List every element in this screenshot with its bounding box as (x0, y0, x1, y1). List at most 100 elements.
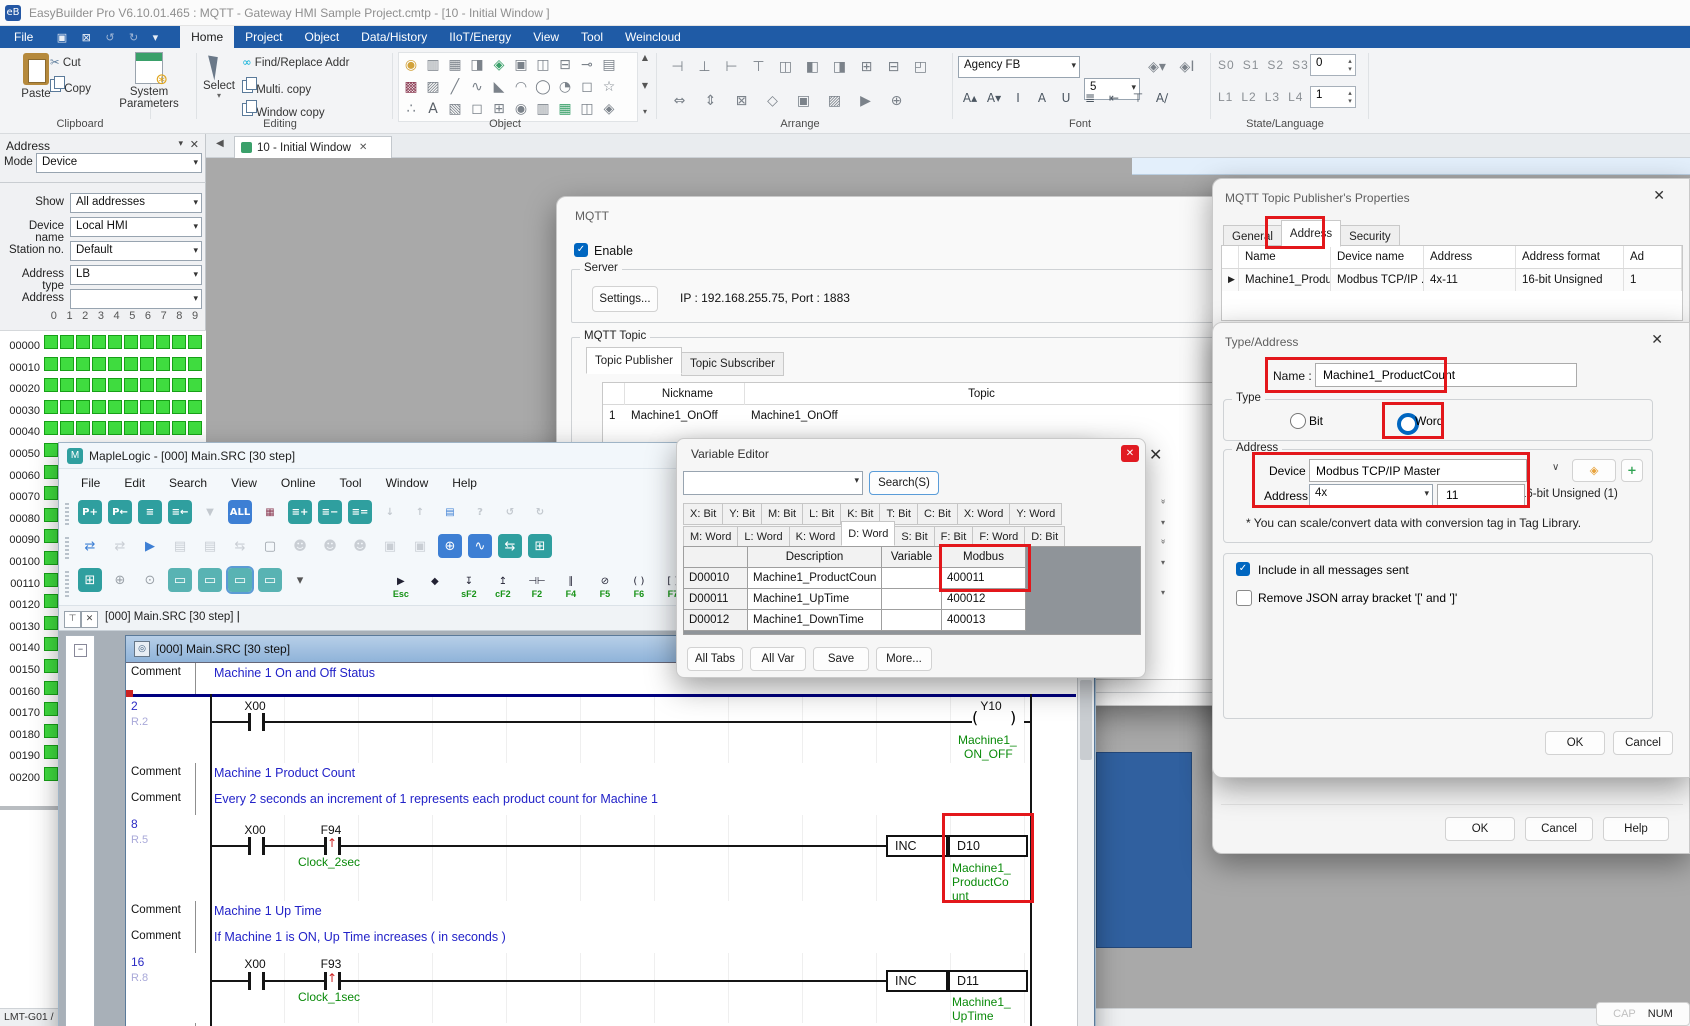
object-tool-icon[interactable]: ◻ (466, 98, 488, 120)
ladder-rung[interactable]: 2 R.2 X00 Y10 ( ) Machine1_ ON_OFF (126, 697, 1076, 764)
ladder-fkey-button[interactable]: ∥F4 (554, 576, 588, 599)
panel-collapse-icon[interactable]: ▾ (178, 140, 183, 149)
dropdown-arrow-icon[interactable]: ▾ (1161, 589, 1165, 597)
scroll-thumb[interactable] (1080, 680, 1092, 760)
object-tool-icon[interactable]: ▥ (532, 98, 554, 120)
type-address-cancel-button[interactable]: Cancel (1613, 731, 1673, 755)
toolbar-icon[interactable]: ? (468, 500, 492, 524)
expand-chevron-icon[interactable]: » (1157, 499, 1166, 505)
publisher-properties-tab[interactable]: Address (1281, 220, 1341, 247)
remove-json-bracket-checkbox[interactable] (1236, 590, 1252, 606)
language-buttons[interactable]: L1L2L3L4 (1218, 90, 1311, 104)
arrange-tool-icon[interactable]: ⊟ (880, 56, 907, 78)
toolbar-icon[interactable]: ▣ (408, 534, 432, 558)
object-tool-icon[interactable]: ◫ (532, 54, 554, 76)
include-messages-checkbox[interactable]: ✓ (1236, 562, 1250, 576)
arrange-tool-icon[interactable]: ⇕ (695, 90, 726, 112)
variable-editor-button[interactable]: All Var (750, 647, 806, 671)
ladder-rung[interactable]: 16 R.8 X00 F93 ↑ Clock_1sec INC D11 Mac (126, 953, 1076, 1024)
object-tool-icon[interactable]: ◉ (510, 98, 532, 120)
object-tool-icon[interactable]: ◯ (532, 76, 554, 98)
ladder-vscrollbar[interactable]: ▲ (1077, 662, 1094, 1026)
cut-button[interactable]: ✂ Cut (50, 57, 81, 69)
pin-icon[interactable]: ⊤ (64, 611, 81, 628)
variable-tab[interactable]: D: Word (841, 521, 895, 546)
toolbar-icon[interactable]: ≡+ (288, 500, 312, 524)
ladder-fkey-button[interactable]: ⊣⊢F2 (520, 576, 554, 599)
toolbar-icon[interactable]: ⇆ (228, 534, 252, 558)
object-tool-icon[interactable]: ◫ (576, 98, 598, 120)
font-style-icon[interactable]: I (1006, 88, 1030, 108)
toolbar-icon[interactable]: ☻ (318, 534, 342, 558)
maplelogic-menu-item[interactable]: File (69, 469, 112, 490)
find-replace-addr-button[interactable]: ∞ Find/Replace Addr (242, 57, 349, 69)
object-tool-icon[interactable]: ▩ (400, 76, 422, 98)
object-tool-icon[interactable]: ◠ (510, 76, 532, 98)
object-tool-icon[interactable]: ⊞ (488, 98, 510, 120)
arrange-tool-icon[interactable]: ▶ (850, 90, 881, 112)
address-grid-row[interactable]: 00030 (0, 400, 204, 421)
tab-initial-window[interactable]: 10 - Initial Window ✕ (234, 136, 392, 158)
address-value-field[interactable]: 11 (1437, 484, 1525, 506)
variable-search-select[interactable] (683, 471, 863, 495)
address-panel-field-value[interactable] (70, 289, 202, 309)
redo-icon[interactable]: ↻ (124, 27, 143, 49)
ladder-fkey-button[interactable]: ▶Esc (384, 576, 418, 599)
toolbar-icon[interactable]: ⊞ (528, 534, 552, 558)
maplelogic-menu-item[interactable]: Window (374, 469, 441, 490)
address-panel-field-value[interactable]: LB (70, 265, 202, 285)
export-icon[interactable]: ⊠ (77, 27, 96, 49)
ladder-comment-row[interactable]: CommentEvery 2 seconds an increment of 1… (126, 789, 1076, 816)
properties-cancel-button[interactable]: Cancel (1525, 817, 1593, 841)
address-type-select[interactable]: 4x (1309, 484, 1433, 506)
toolbar-icon[interactable]: ≡← (168, 500, 192, 524)
variable-tab[interactable]: D: Bit (1024, 526, 1065, 548)
font-style-icon[interactable]: ⇤ (1102, 88, 1126, 108)
properties-ok-button[interactable]: OK (1445, 817, 1515, 841)
maplelogic-doc-tab[interactable]: [000] Main.SRC [30 step] | (105, 611, 240, 623)
add-tag-button[interactable]: + (1621, 459, 1643, 482)
type-address-ok-button[interactable]: OK (1545, 731, 1605, 755)
toolbar-icon[interactable]: ▾ (288, 568, 312, 592)
font-style-icon[interactable]: ≣ (1078, 88, 1102, 108)
maplelogic-menu-item[interactable]: Edit (112, 469, 157, 490)
toolbar-icon[interactable]: ⇆ (498, 534, 522, 558)
state-spinner[interactable]: 0 (1310, 54, 1356, 76)
address-grid-row[interactable]: 00040 (0, 421, 204, 442)
toolbar-icon[interactable]: P+ (78, 500, 102, 524)
address-grid-row[interactable]: 00020 (0, 378, 204, 399)
ribbon-tab[interactable]: Tool (570, 26, 614, 48)
object-scroll-up-icon[interactable]: ▲ (640, 54, 650, 62)
tree-collapse-icon[interactable]: − (74, 644, 87, 657)
type-address-close-icon[interactable]: ✕ (1651, 333, 1663, 347)
variable-tab[interactable]: F: Word (972, 526, 1025, 548)
arrange-tool-icon[interactable]: ◰ (907, 56, 934, 78)
mqtt-topic-tab[interactable]: Topic Publisher (586, 347, 682, 374)
toolbar-icon[interactable]: ≡= (348, 500, 372, 524)
name-field[interactable]: Machine1_ProductCount (1315, 363, 1577, 387)
ribbon-tab[interactable]: Data/History (350, 26, 438, 48)
variable-row[interactable]: D00012 Machine1_DownTime 400013 (684, 610, 1140, 631)
toolbar-icon[interactable]: ∿ (468, 534, 492, 558)
object-tool-icon[interactable]: ╱ (444, 76, 466, 98)
variable-tab[interactable]: L: Word (737, 526, 789, 548)
variable-row[interactable]: D00011 Machine1_UpTime 400012 (684, 589, 1140, 610)
system-parameters-button[interactable]: ⊛ System Parameters (112, 52, 186, 110)
toolbar-icon[interactable]: ↻ (528, 500, 552, 524)
address-grid-row[interactable]: 00010 (0, 357, 204, 378)
toolbar-icon[interactable]: ALL (228, 500, 252, 524)
toolbar-icon[interactable]: P← (108, 500, 132, 524)
properties-help-button[interactable]: Help (1603, 817, 1669, 841)
variable-tab[interactable]: M: Word (683, 526, 738, 548)
file-menu-button[interactable]: File (0, 26, 47, 48)
mqtt-topic-tab[interactable]: Topic Subscriber (681, 352, 784, 376)
variable-tab[interactable]: M: Bit (761, 503, 803, 525)
address-grid-row[interactable]: 00000 (0, 335, 204, 356)
toolbar-icon[interactable]: ▤ (168, 534, 192, 558)
toolbar-icon[interactable]: ▦ (258, 500, 282, 524)
doc-close-icon[interactable]: ✕ (81, 611, 98, 628)
toolbar-icon[interactable]: ↓ (378, 500, 402, 524)
address-panel-field-value[interactable]: Local HMI (70, 217, 202, 237)
object-tool-icon[interactable]: ▦ (554, 98, 576, 120)
toolbar-icon[interactable]: ▣ (378, 534, 402, 558)
